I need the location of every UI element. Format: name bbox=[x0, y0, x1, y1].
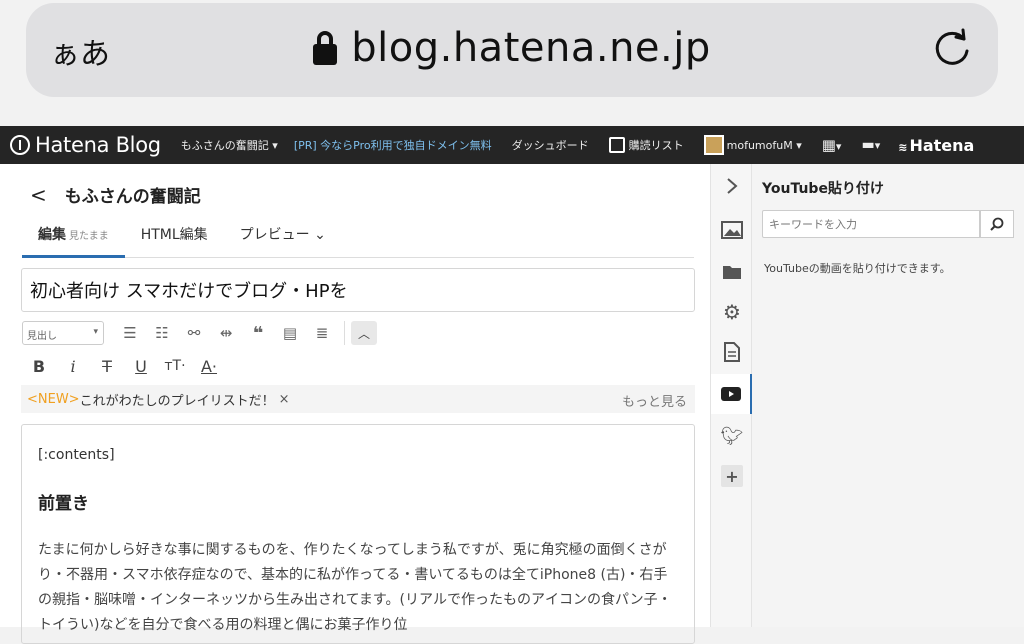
quote-icon[interactable]: ❝ bbox=[242, 320, 274, 346]
chevron-left-icon: < bbox=[30, 182, 47, 207]
editor-tabs: 編集 見たまま HTML編集 プレビュー ⌄ bbox=[22, 220, 694, 258]
sidebar-item-twitter[interactable]: 🐦︎ bbox=[711, 416, 753, 456]
comment-icon: ▬ bbox=[861, 137, 875, 153]
numbered-list-icon[interactable]: ☷ bbox=[146, 320, 178, 346]
avatar bbox=[703, 135, 724, 155]
gear-icon: ⚙ bbox=[723, 300, 741, 324]
notifications-menu[interactable]: ▬▾ bbox=[861, 137, 880, 153]
youtube-embed-panel: YouTube貼り付け YouTubeの動画を貼り付けできます。 bbox=[752, 164, 1024, 627]
bold-icon[interactable]: B bbox=[22, 353, 56, 379]
toc-tag: [:contents] bbox=[38, 447, 115, 463]
panel-title: YouTube貼り付け bbox=[762, 181, 884, 197]
sidebar-item-photos[interactable] bbox=[711, 210, 753, 250]
reload-icon[interactable] bbox=[930, 27, 974, 71]
format-toolbar: 見出し ☰ ☷ ⚯ ⇹ ❝ ▤ ≣ ︿ bbox=[22, 320, 377, 346]
reading-list-link[interactable]: 購読リスト bbox=[608, 137, 684, 153]
lock-icon bbox=[313, 31, 338, 65]
tab-preview[interactable]: プレビュー ⌄ bbox=[224, 220, 342, 258]
new-badge: <NEW> bbox=[27, 391, 80, 407]
entry-body-editor[interactable]: [:contents] 前置き たまに何かしら好きな事に関するものを、作りたくな… bbox=[21, 424, 695, 644]
bullet-list-icon[interactable]: ☰ bbox=[114, 320, 146, 346]
body-heading: 前置き bbox=[38, 494, 89, 514]
sidebar-item-youtube[interactable] bbox=[711, 374, 753, 414]
sidebar-item-folder[interactable] bbox=[711, 252, 753, 292]
chevron-up-icon: ︿ bbox=[357, 326, 370, 341]
text-style-toolbar: B i T U тT· A· bbox=[22, 352, 226, 380]
news-banner[interactable]: <NEW> これがわたしのプレイリストだ！ × もっと見る bbox=[21, 385, 695, 413]
hatena-navbar: Hatena Blog もふさんの奮闘記 ▾ [PR] 今ならPro利用で独自ド… bbox=[0, 126, 1024, 164]
keyword-search-input[interactable] bbox=[762, 210, 980, 238]
blog-menu[interactable]: もふさんの奮闘記 ▾ bbox=[181, 137, 278, 153]
sidebar-icon-rail: ⚙ 🐦︎ + bbox=[710, 164, 753, 627]
grid-icon: ▦ bbox=[821, 136, 836, 154]
body-paragraph: たまに何かしら好きな事に関するものを、作りたくなってしまう私ですが、兎に角究極の… bbox=[38, 542, 672, 633]
dashboard-link[interactable]: ダッシュボード bbox=[512, 137, 589, 153]
sidebar-item-document[interactable] bbox=[711, 332, 753, 372]
horizontal-rule-icon[interactable]: ⇹ bbox=[210, 320, 242, 346]
url-text: blog.hatena.ne.jp bbox=[351, 25, 711, 71]
back-to-blog[interactable]: < もふさんの奮闘記 bbox=[30, 182, 201, 208]
underline-icon[interactable]: U bbox=[124, 353, 158, 379]
entry-title-input[interactable] bbox=[21, 268, 695, 312]
user-menu[interactable]: mofumofuM ▾ bbox=[703, 135, 802, 155]
link-icon[interactable]: ⚯ bbox=[178, 320, 210, 346]
see-more-link[interactable]: もっと見る bbox=[622, 391, 687, 410]
collapse-panel-button[interactable] bbox=[711, 166, 753, 206]
editor-pane: < もふさんの奮闘記 編集見たまま HTML編集 プレビュー ⌄ 見出し ☰ ☷… bbox=[0, 164, 710, 644]
plus-icon: + bbox=[721, 465, 743, 487]
sidebar-item-settings[interactable]: ⚙ bbox=[711, 292, 753, 332]
photo-icon bbox=[721, 221, 743, 239]
address-bar[interactable]: ぁあ blog.hatena.ne.jp bbox=[26, 3, 998, 97]
table-icon[interactable]: ▤ bbox=[274, 320, 306, 346]
youtube-icon bbox=[720, 387, 741, 401]
hatena-logo-icon bbox=[10, 135, 30, 155]
url-display[interactable]: blog.hatena.ne.jp bbox=[26, 25, 998, 71]
blog-title: もふさんの奮闘記 bbox=[64, 187, 201, 207]
apps-menu[interactable]: ▦▾ bbox=[822, 136, 842, 154]
text-color-icon[interactable]: A· bbox=[192, 353, 226, 379]
wifi-icon: ≋ bbox=[898, 140, 908, 154]
promo-link[interactable]: [PR] 今ならPro利用で独自ドメイン無料 bbox=[294, 137, 492, 153]
chevron-right-icon bbox=[727, 178, 738, 194]
toolbar-divider bbox=[344, 321, 345, 345]
sidebar-item-add[interactable]: + bbox=[711, 456, 753, 496]
document-icon bbox=[724, 342, 740, 362]
search-button[interactable] bbox=[980, 210, 1014, 238]
browser-bar: ぁあ blog.hatena.ne.jp bbox=[0, 0, 1024, 126]
tab-html-edit[interactable]: HTML編集 bbox=[125, 220, 224, 258]
hatena-brand-link[interactable]: ≋ Hatena bbox=[898, 136, 974, 155]
panel-description: YouTubeの動画を貼り付けできます。 bbox=[764, 262, 951, 275]
continue-reading-icon[interactable]: ≣ bbox=[306, 320, 338, 346]
font-size-icon[interactable]: тT· bbox=[158, 353, 192, 379]
strikethrough-icon[interactable]: T bbox=[90, 353, 124, 379]
search-icon bbox=[990, 217, 1004, 231]
hatena-blog-logo[interactable]: Hatena Blog bbox=[10, 133, 161, 157]
collapse-toolbar-button[interactable]: ︿ bbox=[351, 321, 377, 345]
twitter-icon: 🐦︎ bbox=[720, 425, 744, 447]
news-text: これがわたしのプレイリストだ！ bbox=[79, 393, 275, 409]
close-icon[interactable]: × bbox=[279, 392, 290, 407]
folder-icon bbox=[723, 266, 741, 279]
heading-style-select[interactable]: 見出し bbox=[22, 321, 104, 345]
italic-icon[interactable]: i bbox=[56, 353, 90, 379]
reading-list-icon bbox=[608, 137, 625, 153]
tab-edit[interactable]: 編集 見たまま bbox=[22, 220, 125, 258]
